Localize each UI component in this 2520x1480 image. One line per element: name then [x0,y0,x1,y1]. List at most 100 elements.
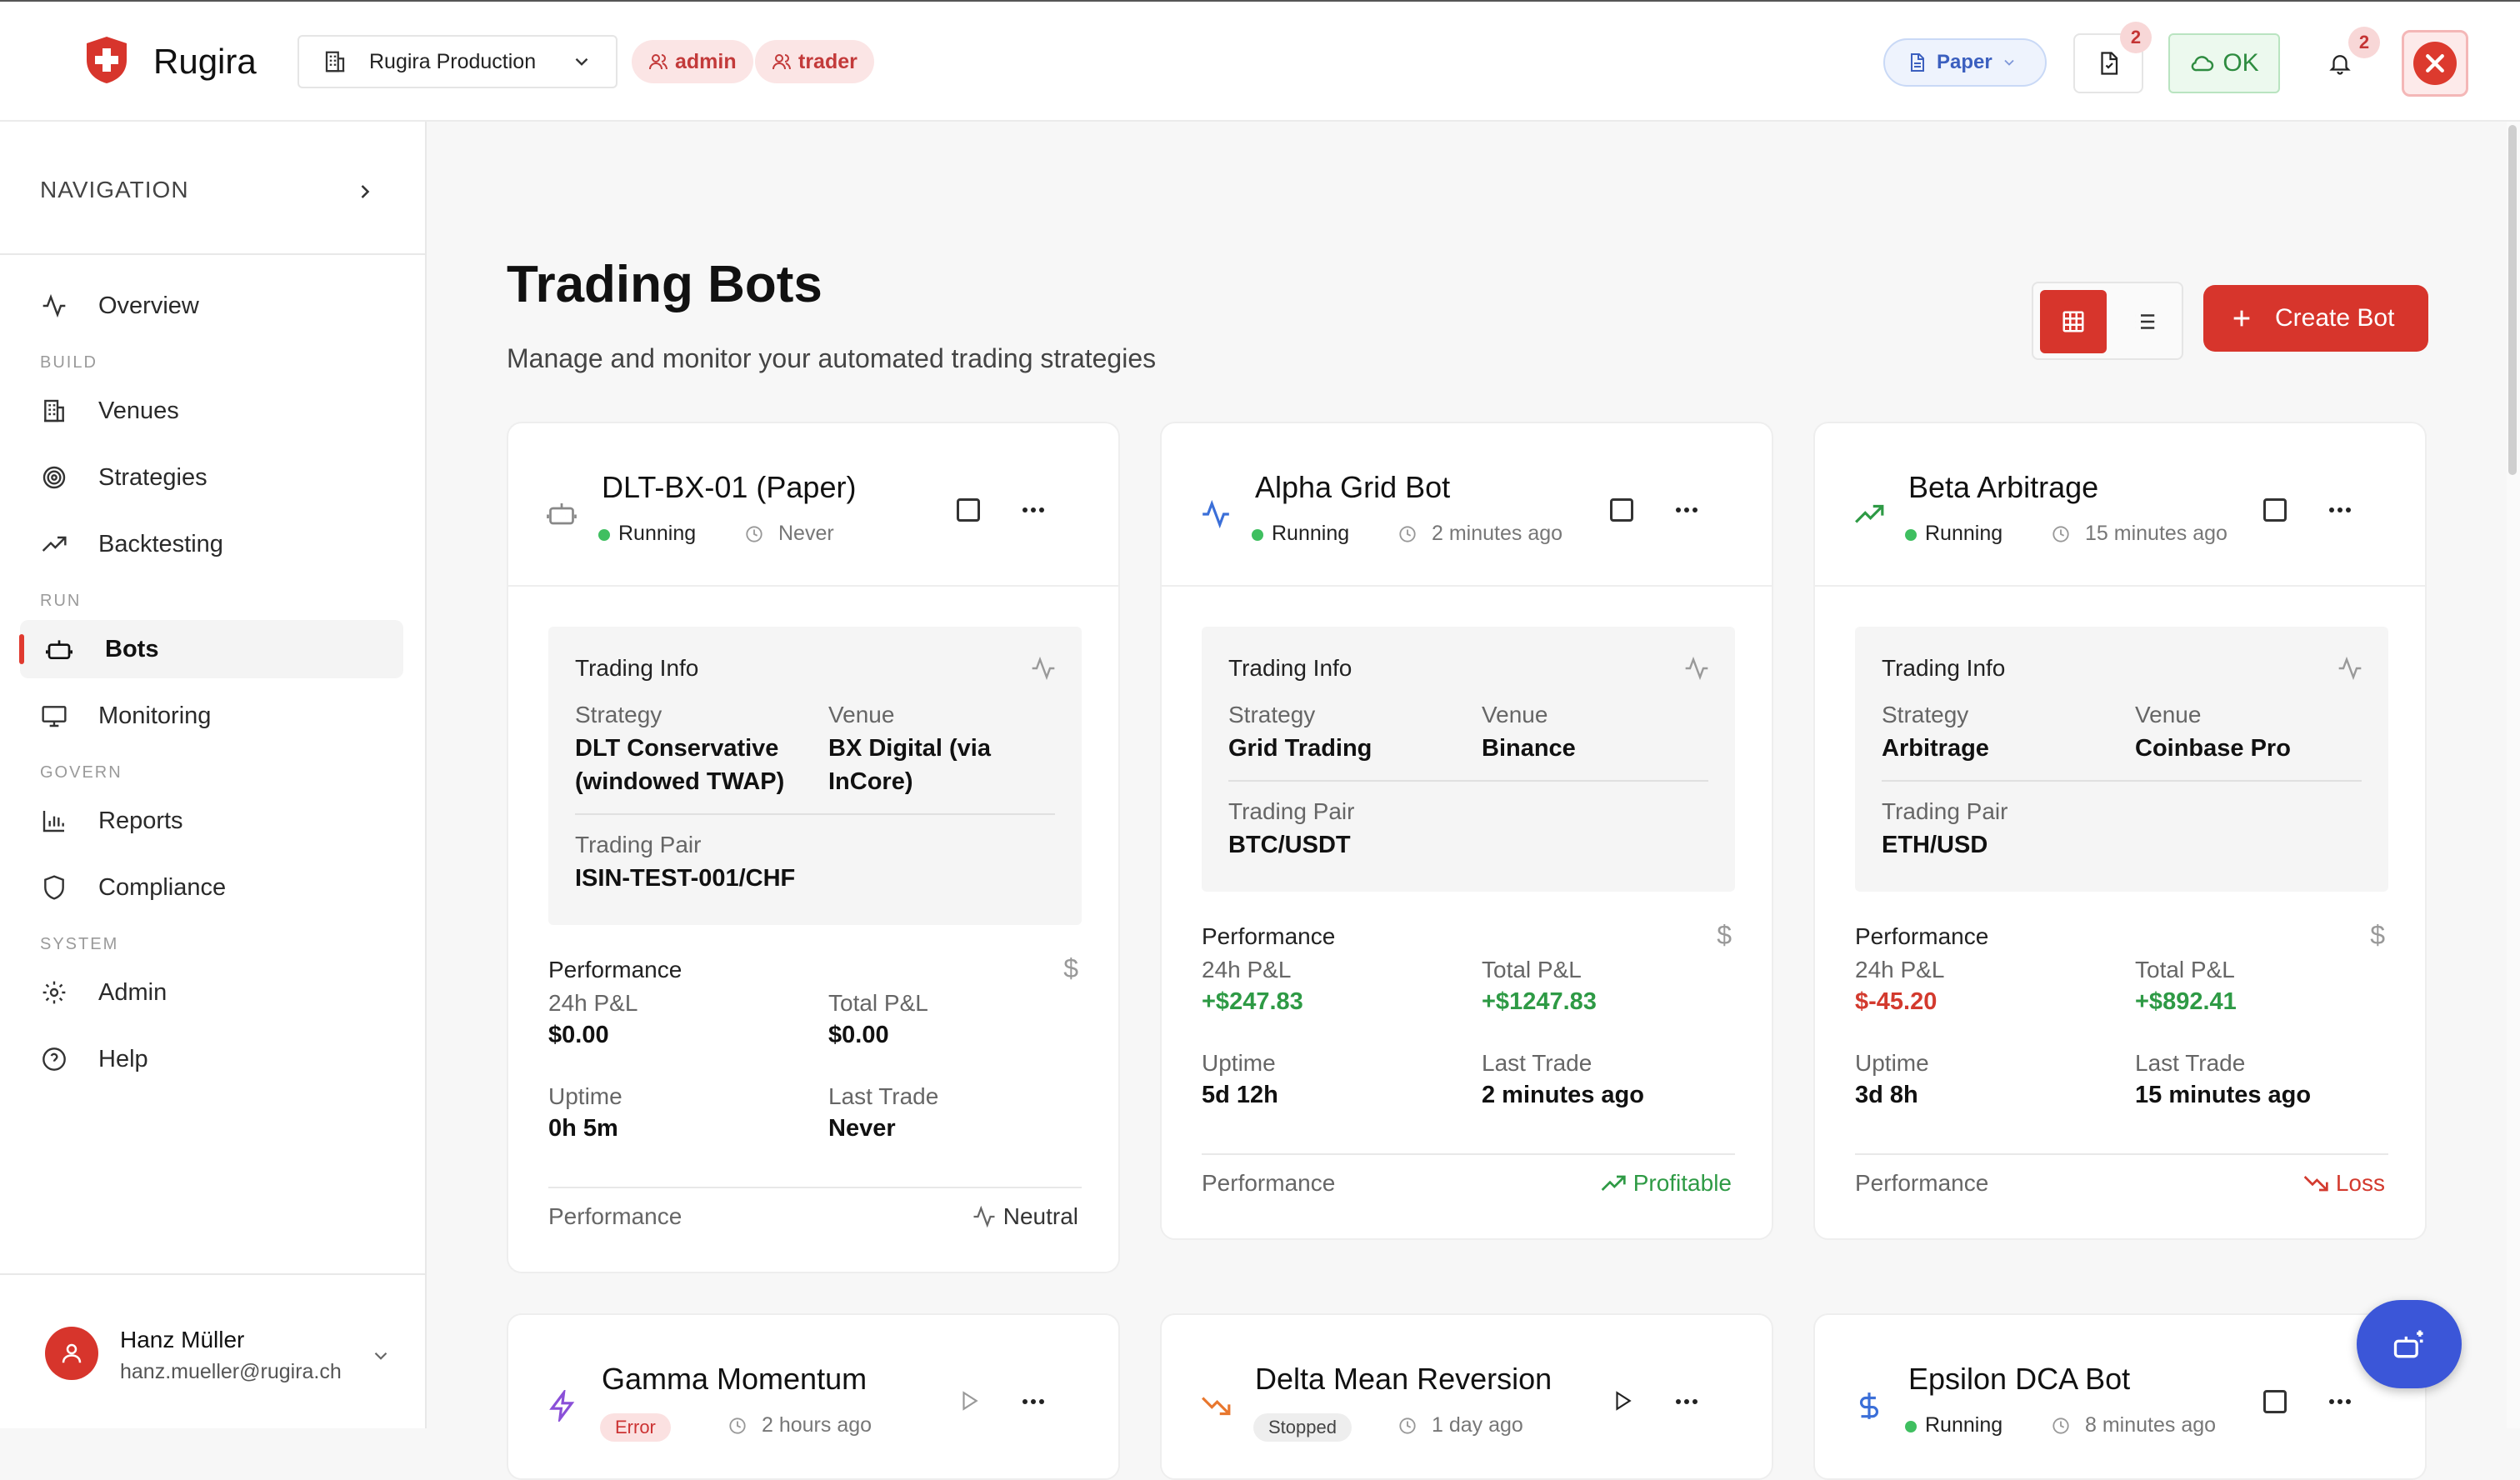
performance-title: Performance [548,957,682,982]
bot-card[interactable]: Epsilon DCA Bot Running 8 minutes ago [1813,1313,2427,1480]
status-label: Running [1272,522,1350,545]
page-subtitle: Manage and monitor your automated tradin… [507,343,1157,373]
status-label: Running [1925,1413,2003,1437]
grid-icon [2062,311,2084,332]
sidebar-item-monitoring[interactable]: Monitoring [20,687,403,745]
sparkles-bot-icon [2393,1330,2423,1358]
bot-card[interactable]: Delta Mean Reversion Stopped 1 day ago [1160,1313,1773,1480]
list-view-button[interactable] [2112,290,2178,353]
chevron-down-icon [370,1345,392,1367]
more-horizontal-icon [2329,508,2351,512]
last-trade-label: Last Trade [1482,1050,1592,1076]
status-badge: Running [1252,522,1350,546]
more-options-button[interactable] [1673,1397,1700,1407]
pnl-24h-value: +$247.83 [1202,988,1303,1015]
dollar-icon: $ [1717,920,1732,950]
collapse-sidebar-button[interactable] [353,180,377,203]
more-options-button[interactable] [2327,505,2353,515]
strategy-value: Arbitrage [1882,735,1989,762]
sidebar-item-label: Help [98,1045,148,1072]
sidebar-item-admin[interactable]: Admin [20,963,403,1022]
bot-card[interactable]: Beta Arbitrage Running 15 minutes ago Tr… [1813,422,2427,1240]
trading-mode-selector[interactable]: Paper [1883,38,2047,87]
select-checkbox[interactable] [957,498,980,522]
sidebar-item-label: Backtesting [98,530,223,558]
select-checkbox[interactable] [2263,498,2287,522]
bot-card[interactable]: Alpha Grid Bot Running 2 minutes ago Tra… [1160,422,1773,1240]
role-label: admin [675,49,737,73]
more-options-button[interactable] [1020,505,1047,515]
brand-name: Rugira [153,42,257,81]
strategy-value-line1: DLT Conservative [575,735,779,762]
performance-status-label: Neutral [1002,1203,1078,1229]
kill-switch-button[interactable] [2402,30,2468,97]
start-button[interactable] [1612,1388,1633,1413]
organization-selector[interactable]: Rugira Production [298,35,618,88]
clock-icon [2052,1417,2069,1434]
last-activity-label: Never [778,522,834,545]
performance-footer-label: Performance [1855,1170,1989,1196]
status-label: Running [618,522,697,545]
uptime-value: 3d 8h [1855,1082,1918,1108]
create-bot-button[interactable]: Create Bot [2203,285,2428,352]
performance-footer-label: Performance [548,1203,682,1229]
venue-value-line1: BX Digital (via [828,735,991,762]
more-options-button[interactable] [1020,1397,1047,1407]
sidebar-item-reports[interactable]: Reports [20,792,403,850]
sidebar-item-strategies[interactable]: Strategies [20,448,403,507]
user-menu[interactable]: Hanz Müller hanz.mueller@rugira.ch [0,1273,425,1428]
chevron-down-icon [2004,59,2014,66]
sidebar-item-help[interactable]: Help [20,1030,403,1088]
select-checkbox[interactable] [2263,1390,2287,1413]
activity-icon [2337,655,2363,682]
sidebar-item-label: Venues [98,397,179,424]
start-button[interactable] [958,1388,980,1413]
trading-pair-label: Trading Pair [1882,798,2008,824]
status-dot [1905,1421,1917,1432]
sidebar-item-compliance[interactable]: Compliance [20,858,403,917]
divider [575,813,1055,815]
trading-info-panel: Trading Info Strategy Arbitrage Venue Co… [1855,627,2388,892]
divider [1855,1153,2388,1155]
sidebar-item-bots[interactable]: Bots [19,620,403,678]
trading-pair-label: Trading Pair [1228,798,1355,824]
more-options-button[interactable] [2327,1397,2353,1407]
top-header: Rugira Rugira Production admin trader Pa… [0,0,2520,122]
trading-info-title: Trading Info [1228,655,1352,681]
cloud-icon [2192,56,2214,72]
users-icon [772,54,791,70]
activity-icon [1200,498,1232,530]
trading-pair-label: Trading Pair [575,832,702,858]
user-name: Hanz Müller [120,1327,245,1352]
grid-view-button[interactable] [2040,290,2107,353]
ai-assistant-button[interactable] [2357,1300,2462,1388]
bot-card-header: Delta Mean Reversion Stopped 1 day ago [1162,1315,1772,1478]
last-trade-label: Last Trade [2135,1050,2246,1076]
strategy-label: Strategy [575,702,662,728]
more-options-button[interactable] [1673,505,1700,515]
notifications-count-badge: 2 [2348,27,2380,58]
venue-value: Coinbase Pro [2135,735,2291,762]
pnl-24h-label: 24h P&L [548,990,638,1016]
zap-icon [547,1390,578,1422]
sidebar-item-venues[interactable]: Venues [20,382,403,440]
chevron-right-icon [361,185,370,198]
sidebar-item-backtesting[interactable]: Backtesting [20,515,403,573]
bot-card[interactable]: Gamma Momentum Error 2 hours ago [507,1313,1120,1480]
status-badge: Stopped [1253,1413,1352,1442]
last-activity: 15 minutes ago [2052,522,2228,546]
sidebar-item-overview[interactable]: Overview [20,277,403,335]
connection-status-button[interactable]: OK [2168,33,2280,93]
scrollbar-thumb[interactable] [2508,125,2517,475]
uptime-label: Uptime [1202,1050,1276,1076]
more-horizontal-icon [1676,1399,1698,1404]
section-label-govern: GOVERN [40,763,122,782]
bot-card[interactable]: DLT-BX-01 (Paper) Running Never Trading … [507,422,1120,1273]
sidebar-item-label: Monitoring [98,702,212,729]
dollar-sign-icon [1853,1390,1885,1422]
more-horizontal-icon [1022,508,1044,512]
select-checkbox[interactable] [1610,498,1633,522]
trending-down-icon [1200,1390,1232,1422]
pnl-24h-label: 24h P&L [1202,957,1292,982]
clock-icon [1399,525,1416,542]
